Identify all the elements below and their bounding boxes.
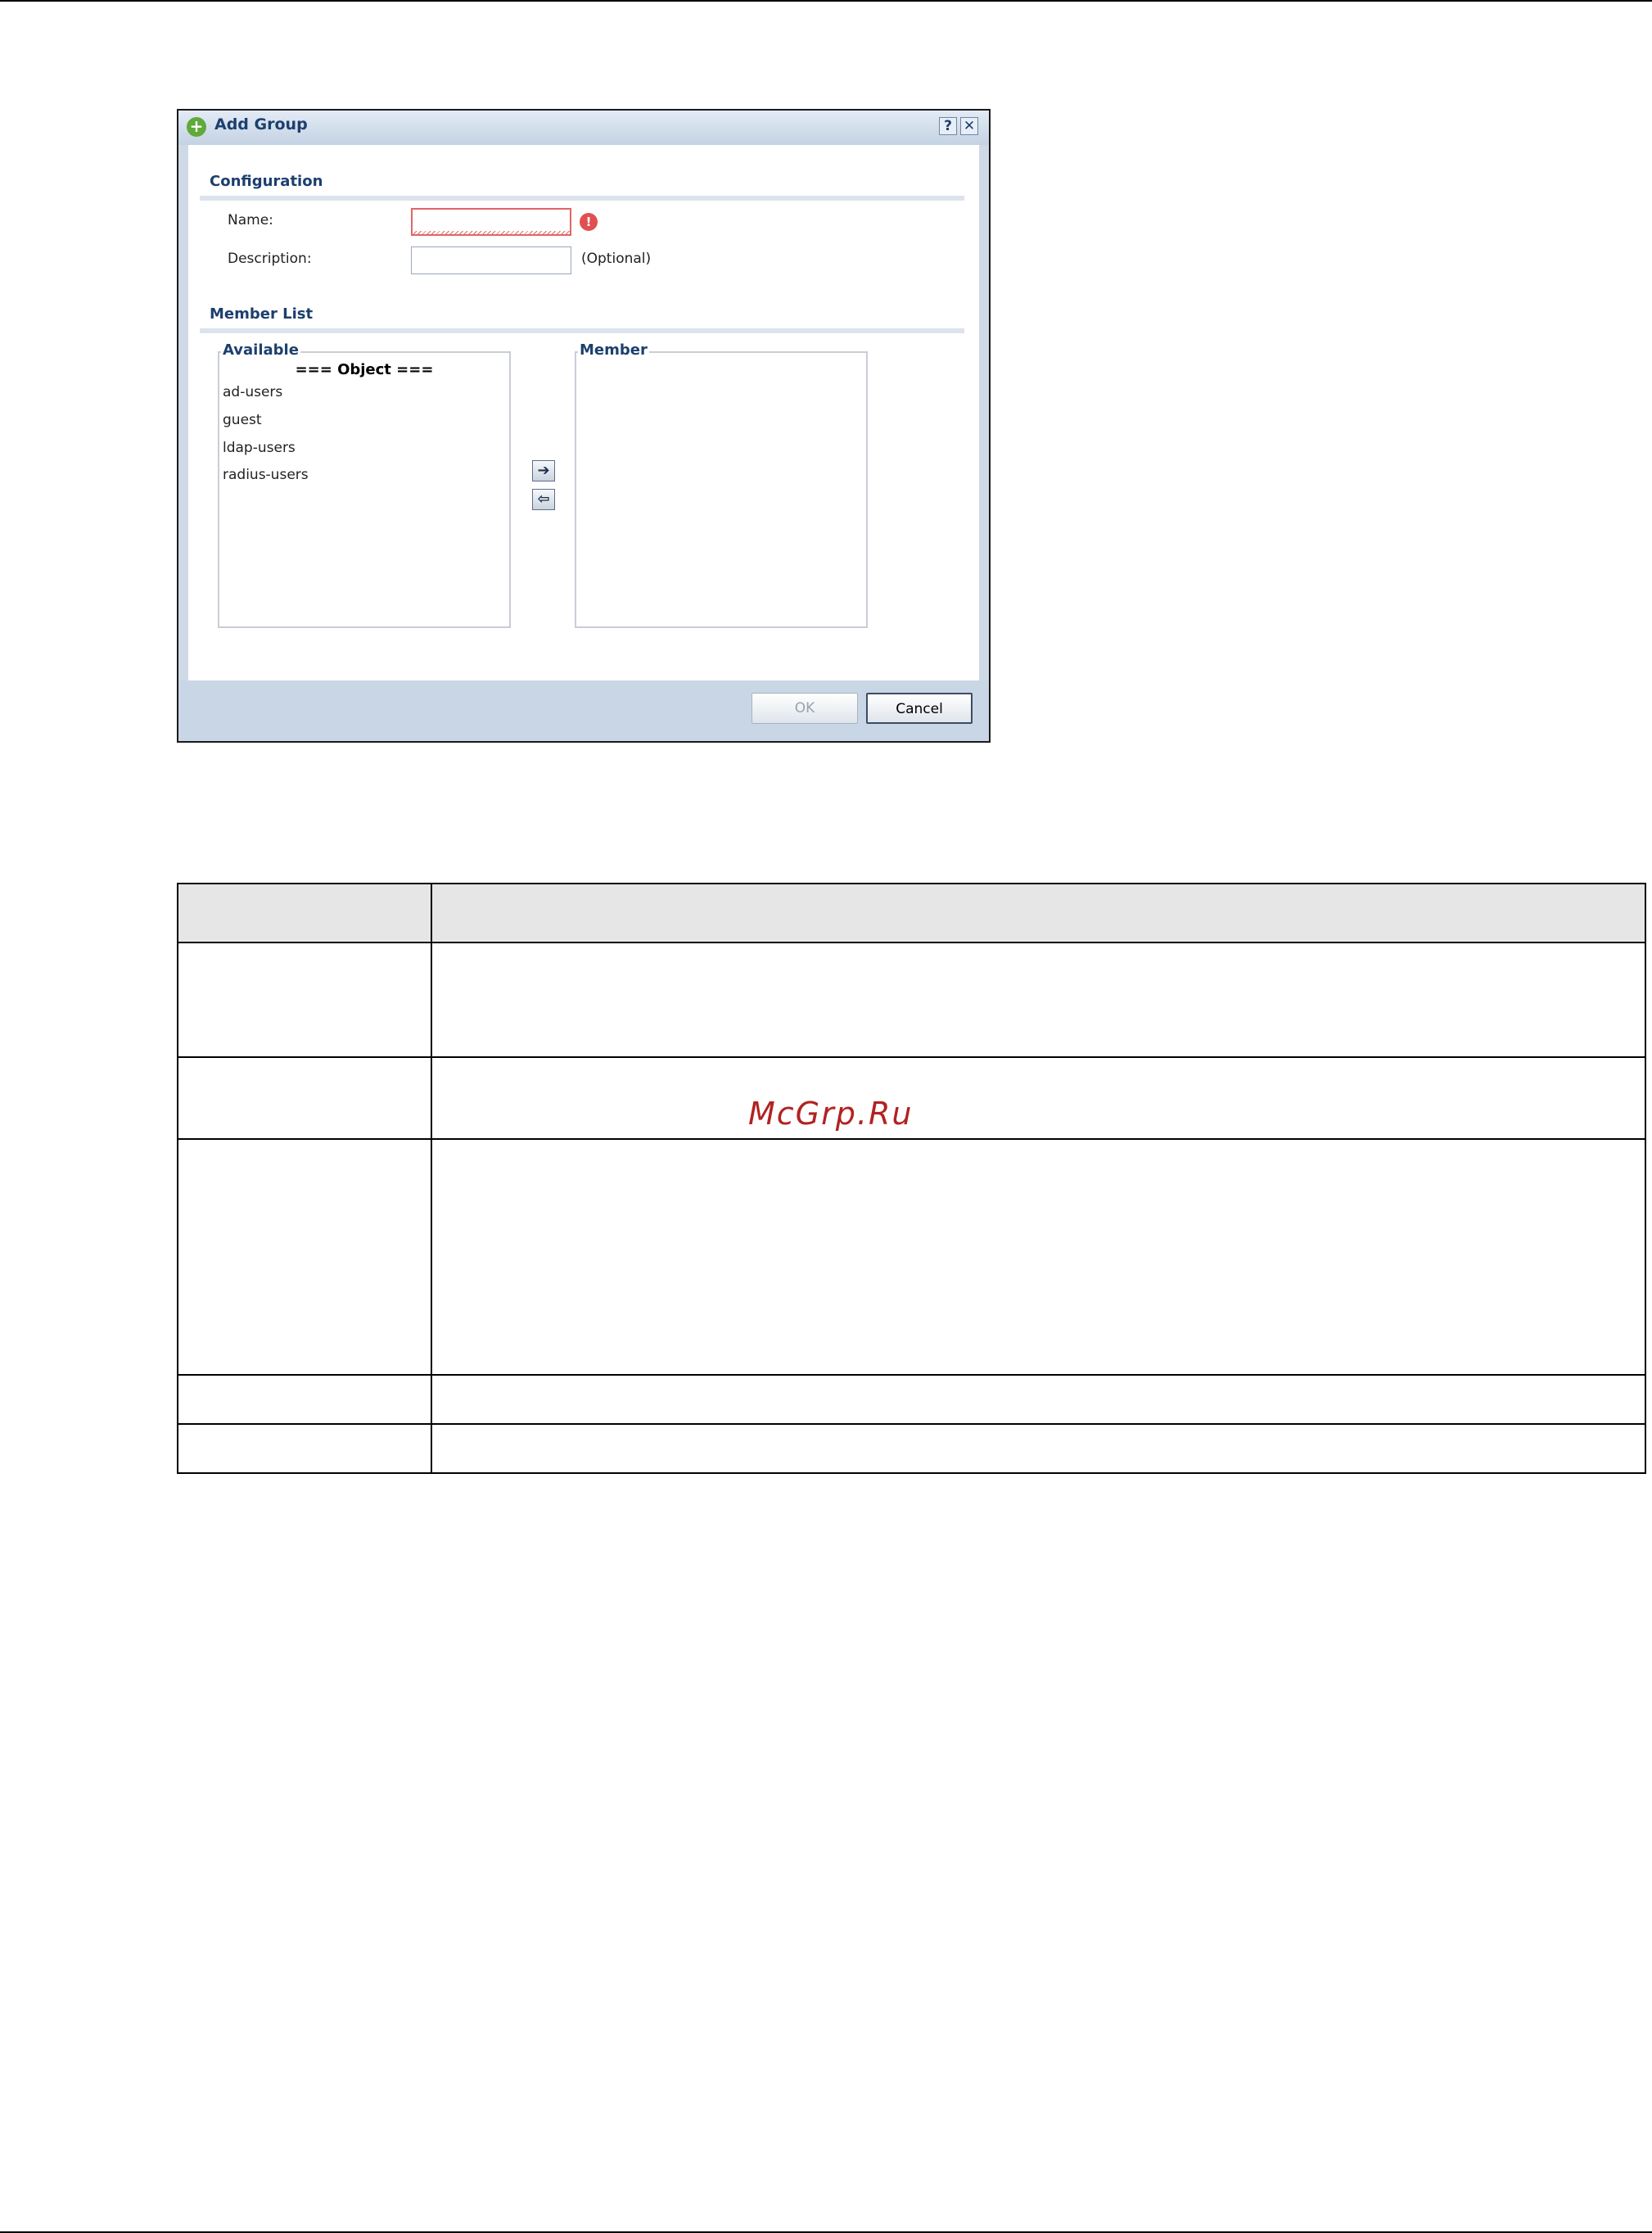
available-list[interactable]: Available === Object === ad-users guest …: [218, 341, 511, 628]
table-header-cell: [177, 883, 432, 943]
table-cell: [431, 1138, 1646, 1376]
description-label: Description:: [228, 251, 312, 267]
section-divider: [200, 328, 964, 333]
dialog-title: Add Group: [214, 115, 308, 133]
member-list[interactable]: Member: [575, 341, 868, 628]
list-item-ldap-users[interactable]: ldap-users: [223, 440, 296, 456]
add-member-button[interactable]: ➔: [532, 460, 555, 481]
table-cell: [177, 1374, 432, 1425]
description-table: [177, 883, 1646, 1474]
section-divider: [200, 196, 964, 201]
table-cell: [431, 1423, 1646, 1474]
help-button[interactable]: ?: [939, 117, 957, 135]
table-cell: [177, 1138, 432, 1376]
top-rule: [0, 0, 1652, 2]
ok-button[interactable]: OK: [752, 693, 858, 724]
configuration-title: Configuration: [210, 173, 323, 190]
add-group-dialog: + Add Group ? ✕ Configuration Name: ! De…: [177, 109, 991, 743]
table-cell: [177, 1423, 432, 1474]
name-label: Name:: [228, 212, 273, 228]
table-header-cell: [431, 883, 1646, 943]
add-icon: +: [187, 117, 206, 137]
table-header-row: [177, 883, 1646, 943]
remove-member-button[interactable]: ⇦: [532, 489, 555, 510]
watermark: McGrp.Ru: [748, 1096, 914, 1132]
close-button[interactable]: ✕: [960, 117, 978, 135]
dialog-content: Configuration Name: ! Description: (Opti…: [188, 145, 979, 682]
member-list-title: Member List: [210, 305, 314, 323]
table-cell: [431, 942, 1646, 1058]
cancel-button[interactable]: Cancel: [866, 693, 973, 724]
table-cell: [177, 1056, 432, 1140]
table-cell: [177, 942, 432, 1058]
table-row: [177, 1138, 1646, 1376]
table-cell: [431, 1056, 1646, 1140]
name-input[interactable]: [411, 208, 571, 236]
optional-hint: (Optional): [581, 251, 652, 267]
object-header: === Object ===: [295, 361, 434, 378]
member-legend: Member: [578, 341, 649, 359]
list-item-radius-users[interactable]: radius-users: [223, 467, 309, 483]
list-item-ad-users[interactable]: ad-users: [223, 384, 282, 400]
description-input[interactable]: [411, 246, 571, 274]
table-row: [177, 1374, 1646, 1425]
available-legend: Available: [221, 341, 300, 359]
dialog-titlebar: + Add Group ? ✕: [178, 111, 989, 145]
table-row: [177, 1423, 1646, 1474]
error-icon: !: [580, 213, 598, 231]
table-row: [177, 942, 1646, 1058]
table-cell: [431, 1374, 1646, 1425]
dialog-footer: OK Cancel: [178, 680, 989, 741]
list-item-guest[interactable]: guest: [223, 412, 262, 428]
